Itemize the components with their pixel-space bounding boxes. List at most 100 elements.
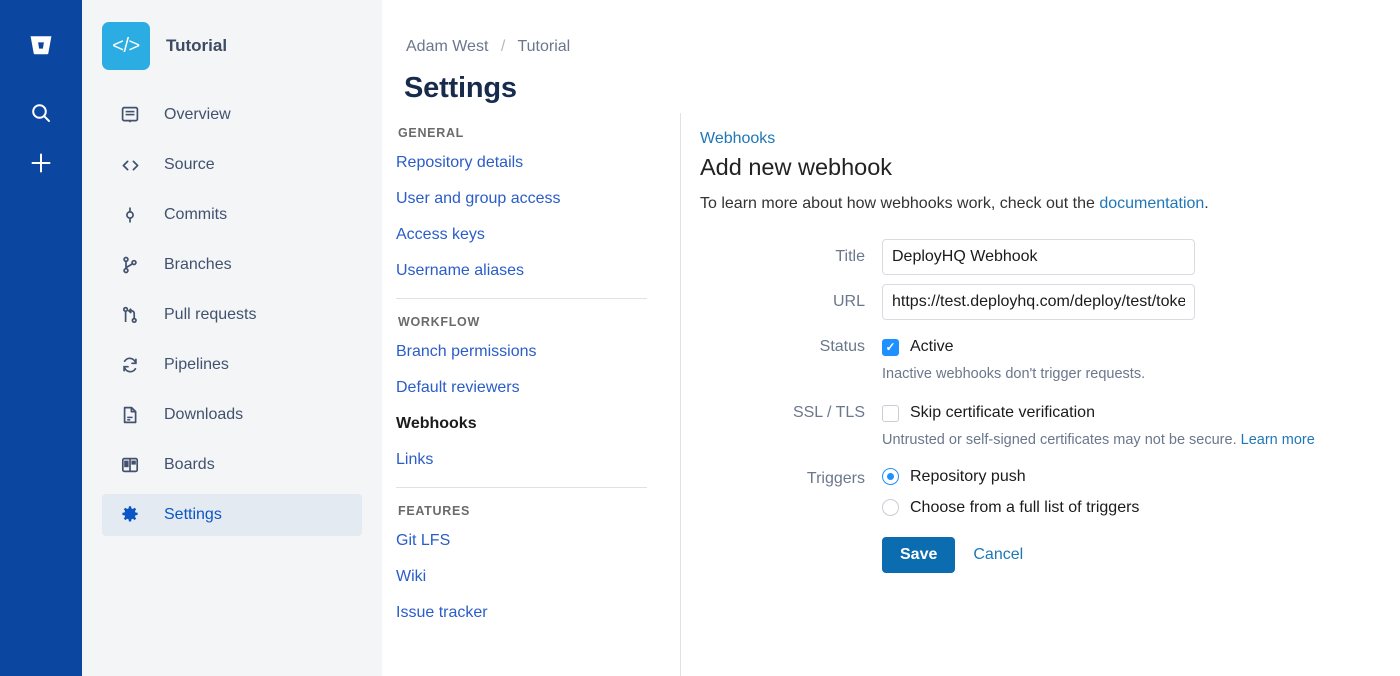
section-heading: FEATURES (398, 504, 471, 518)
sidebar-item-label: Boards (164, 456, 215, 473)
form-actions: Save Cancel (882, 537, 1315, 573)
title-label: Title (835, 248, 865, 265)
status-label: Status (819, 338, 865, 355)
repository-name: Tutorial (166, 36, 228, 55)
ssl-label: SSL / TLS (792, 404, 865, 421)
settings-link-wiki[interactable]: Wiki (396, 568, 648, 586)
breadcrumb-owner[interactable]: Adam West (406, 38, 488, 55)
sidebar-item-label: Pipelines (164, 356, 229, 373)
panel-description: To learn more about how webhooks work, c… (700, 195, 1315, 213)
main-content: Adam West / Tutorial Settings GENERAL Re… (382, 0, 1400, 676)
section-heading: WORKFLOW (398, 315, 480, 329)
description-text-after: . (1204, 195, 1209, 212)
webhooks-breadcrumb-link[interactable]: Webhooks (700, 130, 775, 148)
settings-link-links[interactable]: Links (396, 451, 648, 469)
active-checkbox[interactable]: ✓ (882, 338, 899, 356)
settings-link-issue-tracker[interactable]: Issue tracker (396, 604, 648, 622)
sidebar-item-downloads[interactable]: Downloads (102, 394, 362, 436)
settings-link-branch-permissions[interactable]: Branch permissions (396, 343, 648, 361)
commits-icon (120, 205, 140, 225)
settings-nav: GENERAL Repository details User and grou… (396, 126, 648, 640)
settings-divider (396, 298, 647, 299)
triggers-label: Triggers (806, 470, 865, 487)
search-icon[interactable] (20, 92, 62, 134)
trigger-option-repository-push[interactable]: Repository push (882, 461, 1315, 492)
status-helper-text: Inactive webhooks don't trigger requests… (882, 366, 1146, 382)
form-row-url: URL (700, 284, 1315, 320)
trigger-option-full-list[interactable]: Choose from a full list of triggers (882, 492, 1315, 523)
pull-requests-icon (120, 305, 140, 325)
repository-push-radio[interactable] (882, 468, 899, 485)
sidebar-item-label: Settings (164, 506, 222, 523)
ssl-helper-text: Untrusted or self-signed certificates ma… (882, 432, 1315, 448)
sidebar-item-label: Source (164, 156, 215, 173)
learn-more-link[interactable]: Learn more (1241, 432, 1315, 448)
settings-link-access-keys[interactable]: Access keys (396, 226, 648, 244)
cancel-button[interactable]: Cancel (973, 546, 1023, 564)
title-input[interactable] (882, 239, 1195, 275)
sidebar-item-pipelines[interactable]: Pipelines (102, 344, 362, 386)
sidebar-item-label: Branches (164, 256, 232, 273)
panel-title: Add new webhook (700, 154, 893, 180)
sidebar-item-label: Pull requests (164, 306, 257, 323)
sidebar-item-overview[interactable]: Overview (102, 94, 362, 136)
sidebar-item-commits[interactable]: Commits (102, 194, 362, 236)
settings-link-user-and-group-access[interactable]: User and group access (396, 190, 648, 208)
sidebar-item-pull-requests[interactable]: Pull requests (102, 294, 362, 336)
row-spacer (700, 320, 1315, 329)
boards-icon (120, 455, 140, 475)
form-row-title: Title (700, 239, 1315, 275)
sidebar-item-source[interactable]: Source (102, 144, 362, 186)
bitbucket-logo-icon[interactable] (20, 24, 62, 66)
sidebar-item-label: Overview (164, 106, 231, 123)
page-title: Settings (404, 72, 517, 104)
row-spacer (700, 275, 1315, 284)
settings-divider (396, 487, 647, 488)
vertical-divider (680, 113, 681, 676)
sidebar-item-label: Downloads (164, 406, 244, 423)
repository-avatar-glyph: </> (112, 34, 140, 57)
check-icon: ✓ (885, 340, 896, 354)
full-list-of-triggers-radio[interactable] (882, 499, 899, 516)
overview-icon (120, 105, 140, 125)
settings-link-username-aliases[interactable]: Username aliases (396, 262, 648, 280)
active-checkbox-label: Active (910, 338, 954, 355)
sidebar-item-boards[interactable]: Boards (102, 444, 362, 486)
repository-push-label: Repository push (910, 467, 1026, 485)
full-list-of-triggers-label: Choose from a full list of triggers (910, 498, 1140, 516)
description-text-before: To learn more about how webhooks work, c… (700, 195, 1100, 212)
ssl-helper-copy: Untrusted or self-signed certificates ma… (882, 432, 1241, 448)
pipelines-icon (120, 355, 140, 375)
repository-header[interactable]: </> Tutorial (82, 0, 382, 70)
ssl-checkbox-row[interactable]: Skip certificate verification (882, 395, 1315, 431)
repository-sidebar: </> Tutorial Overview Source Commits Bra… (82, 0, 382, 676)
settings-section-features: FEATURES Git LFS Wiki Issue tracker (396, 504, 648, 622)
skip-certificate-verification-label: Skip certificate verification (910, 404, 1095, 421)
settings-section-workflow: WORKFLOW Branch permissions Default revi… (396, 315, 648, 469)
plus-icon[interactable] (20, 142, 62, 184)
sidebar-item-settings[interactable]: Settings (102, 494, 362, 536)
status-checkbox-row[interactable]: ✓ Active (882, 329, 1315, 365)
documentation-link[interactable]: documentation (1099, 195, 1204, 212)
settings-link-repository-details[interactable]: Repository details (396, 154, 648, 172)
breadcrumb-repo[interactable]: Tutorial (517, 38, 570, 55)
settings-link-webhooks[interactable]: Webhooks (396, 415, 648, 433)
form-row-ssl: SSL / TLS Skip certificate verification … (700, 395, 1315, 461)
save-button[interactable]: Save (882, 537, 956, 573)
repository-avatar-code-icon: </> (102, 22, 150, 70)
product-rail (0, 0, 82, 676)
sidebar-item-branches[interactable]: Branches (102, 244, 362, 286)
url-input[interactable] (882, 284, 1195, 320)
repository-nav: Overview Source Commits Branches Pull re… (82, 94, 382, 536)
settings-link-default-reviewers[interactable]: Default reviewers (396, 379, 648, 397)
gear-icon (120, 505, 140, 525)
code-icon (120, 155, 140, 175)
form-row-status: Status ✓ Active Inactive webhooks don't … (700, 329, 1315, 395)
settings-link-git-lfs[interactable]: Git LFS (396, 532, 648, 550)
form-row-triggers: Triggers Repository push Choose from a f… (700, 461, 1315, 573)
settings-section-general: GENERAL Repository details User and grou… (396, 126, 648, 280)
breadcrumb: Adam West / Tutorial (406, 38, 570, 56)
skip-certificate-verification-checkbox[interactable] (882, 404, 899, 422)
webhook-form: Title URL Status (700, 239, 1315, 573)
bitbucket-settings-screen: </> Tutorial Overview Source Commits Bra… (0, 0, 1400, 676)
